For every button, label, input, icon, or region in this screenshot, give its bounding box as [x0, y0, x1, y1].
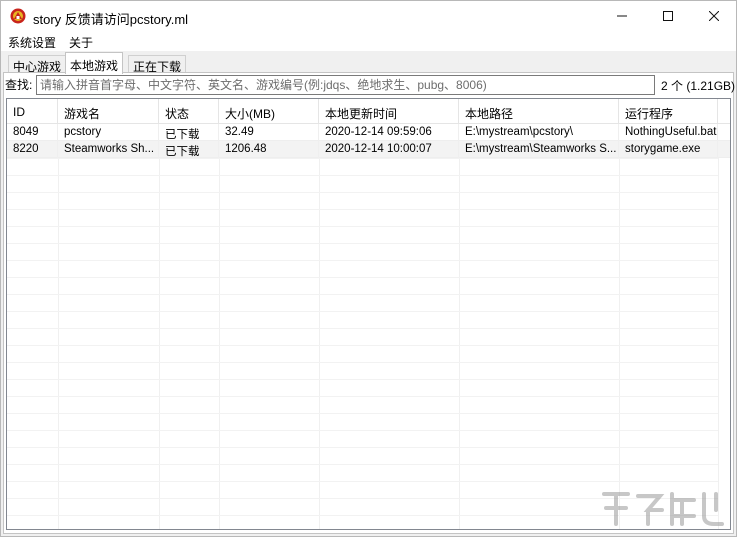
column-divider	[319, 124, 320, 529]
column-header-local-path[interactable]: 本地路径	[459, 99, 619, 124]
empty-row-line	[7, 481, 718, 482]
cell-executable: storygame.exe	[619, 141, 718, 158]
game-count-summary: 2 个 (1.21GB)	[661, 79, 736, 93]
close-button[interactable]	[691, 1, 737, 31]
empty-row-line	[7, 158, 718, 159]
cell-game-name: Steamworks Sh...	[58, 141, 159, 158]
app-logo-icon	[10, 8, 26, 24]
search-label: 查找:	[5, 78, 33, 92]
minimize-button[interactable]	[599, 1, 645, 31]
empty-row-line	[7, 430, 718, 431]
cell-id: 8049	[7, 124, 58, 141]
tab-local-games[interactable]: 本地游戏	[65, 52, 124, 74]
app-window: story 反馈请访问pcstory.ml 系统设置 关于 中心游戏 本地游戏 …	[0, 0, 737, 537]
title-bar[interactable]: story 反馈请访问pcstory.ml	[1, 1, 736, 31]
cell-game-name: pcstory	[58, 124, 159, 141]
tab-strip: 中心游戏 本地游戏 正在下载	[1, 51, 736, 74]
table-row[interactable]: 8049 pcstory 已下载 32.49 2020-12-14 09:59:…	[7, 124, 730, 141]
column-divider	[219, 124, 220, 529]
maximize-icon	[663, 11, 673, 21]
empty-row-line	[7, 209, 718, 210]
cell-status: 已下载	[159, 124, 219, 141]
menu-about[interactable]: 关于	[69, 34, 93, 51]
column-divider	[459, 124, 460, 529]
empty-row-line	[7, 192, 718, 193]
column-header-size[interactable]: 大小(MB)	[219, 99, 319, 124]
empty-row-line	[7, 447, 718, 448]
window-title: story 反馈请访问pcstory.ml	[33, 12, 189, 27]
column-header-status[interactable]: 状态	[159, 99, 219, 124]
empty-row-line	[7, 396, 718, 397]
empty-row-line	[7, 362, 718, 363]
cell-update-time: 2020-12-14 09:59:06	[319, 124, 459, 141]
cell-update-time: 2020-12-14 10:00:07	[319, 141, 459, 158]
empty-row-line	[7, 277, 718, 278]
cell-size: 32.49	[219, 124, 319, 141]
column-divider	[58, 124, 59, 529]
column-divider	[159, 124, 160, 529]
empty-row-line	[7, 294, 718, 295]
empty-row-line	[7, 311, 718, 312]
local-games-table[interactable]: ID 游戏名 状态 大小(MB) 本地更新时间 本地路径 运行程序 8049 p…	[6, 98, 731, 530]
table-row[interactable]: 8220 Steamworks Sh... 已下载 1206.48 2020-1…	[7, 141, 730, 158]
empty-row-line	[7, 379, 718, 380]
tab-center-games[interactable]: 中心游戏	[8, 55, 67, 74]
cell-local-path: E:\mystream\pcstory\	[459, 124, 619, 141]
empty-row-line	[7, 226, 718, 227]
menu-bar: 系统设置 关于	[1, 31, 736, 51]
column-header-game-name[interactable]: 游戏名	[58, 99, 159, 124]
column-divider	[619, 124, 620, 529]
column-header-id[interactable]: ID	[7, 99, 58, 124]
empty-row-line	[7, 260, 718, 261]
empty-row-line	[7, 345, 718, 346]
maximize-button[interactable]	[645, 1, 691, 31]
watermark-logo-icon	[602, 492, 724, 526]
menu-system-settings[interactable]: 系统设置	[8, 34, 56, 51]
minimize-icon	[617, 15, 627, 17]
close-icon	[709, 11, 719, 21]
empty-row-line	[7, 328, 718, 329]
search-input[interactable]	[36, 75, 655, 95]
cell-local-path: E:\mystream\Steamworks S...	[459, 141, 619, 158]
cell-status: 已下载	[159, 141, 219, 158]
empty-row-line	[7, 464, 718, 465]
tab-downloading[interactable]: 正在下载	[128, 55, 187, 74]
cell-id: 8220	[7, 141, 58, 158]
table-header: ID 游戏名 状态 大小(MB) 本地更新时间 本地路径 运行程序	[7, 99, 730, 124]
column-divider	[718, 124, 719, 529]
column-header-executable[interactable]: 运行程序	[619, 99, 718, 124]
cell-executable: NothingUseful.bat	[619, 124, 718, 141]
column-header-update-time[interactable]: 本地更新时间	[319, 99, 459, 124]
empty-row-line	[7, 243, 718, 244]
empty-row-line	[7, 175, 718, 176]
cell-size: 1206.48	[219, 141, 319, 158]
empty-row-line	[7, 413, 718, 414]
